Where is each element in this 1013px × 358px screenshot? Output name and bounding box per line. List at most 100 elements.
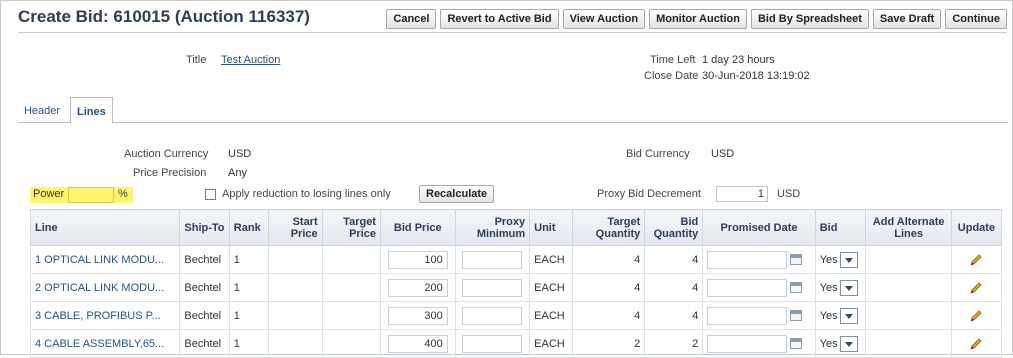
apply-reduction-label: Apply reduction to losing lines only — [222, 188, 391, 200]
view-auction-button[interactable]: View Auction — [562, 9, 646, 29]
target-price-cell — [321, 301, 381, 330]
close-date-label: Close Date — [644, 70, 699, 82]
proxy-bid-decrement-input[interactable]: 1 — [716, 186, 768, 202]
target-quantity-cell: 4 — [571, 273, 646, 302]
start-price-cell — [267, 301, 323, 330]
continue-button[interactable]: Continue — [945, 9, 1007, 29]
line-link[interactable]: 1 OPTICAL LINK MODU... — [29, 245, 181, 274]
add-alternate-lines-cell — [865, 273, 952, 302]
line-link[interactable]: 3 CABLE, PROFIBUS P... — [29, 301, 181, 330]
calendar-icon[interactable] — [790, 282, 803, 293]
proxy-minimum-input[interactable] — [462, 334, 523, 353]
col-add-alternate-lines: Add Alternate Lines — [865, 209, 952, 246]
proxy-minimum-input[interactable] — [462, 250, 523, 269]
ship-to-cell: Bechtel — [179, 301, 230, 330]
add-alternate-lines-cell — [865, 329, 952, 358]
apply-reduction-checkbox[interactable] — [205, 189, 216, 200]
ship-to-cell: Bechtel — [179, 245, 230, 274]
start-price-cell — [267, 329, 323, 358]
table-row: 2 OPTICAL LINK MODU... Bechtel 1 200 EAC… — [29, 273, 1003, 302]
promised-date-input[interactable] — [707, 306, 788, 325]
power-bid-unit: % — [118, 188, 128, 200]
bid-price-input[interactable]: 300 — [387, 306, 448, 325]
col-target-price: Target Price — [321, 209, 381, 246]
bid-by-spreadsheet-button[interactable]: Bid By Spreadsheet — [750, 9, 869, 29]
calendar-icon[interactable] — [790, 338, 803, 349]
promised-date-input[interactable] — [707, 250, 788, 269]
auction-currency-label: Auction Currency — [124, 148, 209, 160]
bid-quantity-cell: 2 — [644, 329, 704, 358]
proxy-minimum-input[interactable] — [462, 278, 523, 297]
col-line: Line — [29, 209, 181, 246]
power-bid-input[interactable] — [68, 187, 114, 203]
line-link[interactable]: 4 CABLE ASSEMBLY,65... — [29, 329, 181, 358]
price-precision-value: Any — [228, 167, 247, 179]
start-price-cell — [267, 245, 323, 274]
title-link[interactable]: Test Auction — [221, 54, 280, 66]
bid-quantity-cell: 4 — [644, 245, 704, 274]
target-quantity-cell: 2 — [571, 329, 646, 358]
col-rank: Rank — [228, 209, 269, 246]
table-row: 3 CABLE, PROFIBUS P... Bechtel 1 300 EAC… — [29, 301, 1003, 330]
bid-currency-label: Bid Currency — [626, 148, 690, 160]
bid-select-value: Yes — [819, 281, 838, 294]
bid-quantity-cell: 4 — [644, 273, 704, 302]
col-promised-date: Promised Date — [702, 209, 816, 246]
start-price-cell — [267, 273, 323, 302]
tab-lines[interactable]: Lines — [70, 97, 113, 124]
cancel-button[interactable]: Cancel — [386, 9, 437, 29]
unit-cell: EACH — [529, 301, 573, 330]
col-bid: Bid — [814, 209, 867, 246]
col-update: Update — [950, 209, 1003, 246]
tab-bar: Header Lines — [18, 97, 1008, 124]
rank-cell: 1 — [228, 273, 269, 302]
target-price-cell — [321, 245, 381, 274]
chevron-down-icon[interactable] — [839, 251, 858, 268]
recalculate-button[interactable]: Recalculate — [419, 185, 495, 203]
price-precision-label: Price Precision — [133, 167, 207, 179]
toolbar: Cancel Revert to Active Bid View Auction… — [386, 9, 1007, 29]
promised-date-input[interactable] — [707, 278, 788, 297]
header-divider — [18, 32, 1007, 33]
bid-currency-value: USD — [711, 148, 735, 160]
bid-select-value: Yes — [819, 309, 838, 322]
pencil-icon[interactable] — [968, 252, 984, 268]
col-target-quantity: Target Quantity — [571, 209, 646, 246]
target-price-cell — [321, 273, 381, 302]
rank-cell: 1 — [228, 245, 269, 274]
calendar-icon[interactable] — [790, 254, 803, 265]
title-label: Title — [186, 54, 207, 66]
proxy-bid-decrement-currency: USD — [777, 188, 801, 200]
time-left-value: 1 day 23 hours — [702, 54, 775, 66]
pencil-icon[interactable] — [968, 280, 984, 296]
col-proxy-minimum: Proxy Minimum — [454, 209, 531, 246]
revert-to-active-bid-button[interactable]: Revert to Active Bid — [440, 9, 559, 29]
save-draft-button[interactable]: Save Draft — [872, 9, 942, 29]
monitor-auction-button[interactable]: Monitor Auction — [649, 9, 747, 29]
chevron-down-icon[interactable] — [839, 335, 858, 352]
chevron-down-icon[interactable] — [839, 307, 858, 324]
table-header-row: Line Ship-To Rank Start Price Target Pri… — [29, 209, 1003, 246]
calendar-icon[interactable] — [790, 310, 803, 321]
bid-select-value: Yes — [819, 337, 838, 350]
proxy-bid-decrement-label: Proxy Bid Decrement — [597, 188, 701, 200]
time-left-label: Time Left — [650, 54, 696, 66]
bid-quantity-cell: 4 — [644, 301, 704, 330]
pencil-icon[interactable] — [968, 308, 984, 324]
ship-to-cell: Bechtel — [179, 329, 230, 358]
add-alternate-lines-cell — [865, 245, 952, 274]
bid-price-input[interactable]: 400 — [387, 334, 448, 353]
auction-currency-value: USD — [228, 148, 252, 160]
chevron-down-icon[interactable] — [839, 279, 858, 296]
proxy-minimum-input[interactable] — [462, 306, 523, 325]
add-alternate-lines-cell — [865, 301, 952, 330]
bid-price-input[interactable]: 100 — [387, 250, 448, 269]
line-link[interactable]: 2 OPTICAL LINK MODU... — [29, 273, 181, 302]
ship-to-cell: Bechtel — [179, 273, 230, 302]
col-bid-price: Bid Price — [379, 209, 456, 246]
tab-header[interactable]: Header — [18, 97, 66, 123]
pencil-icon[interactable] — [968, 336, 984, 352]
promised-date-input[interactable] — [707, 334, 788, 353]
target-quantity-cell: 4 — [571, 301, 646, 330]
bid-price-input[interactable]: 200 — [387, 278, 448, 297]
